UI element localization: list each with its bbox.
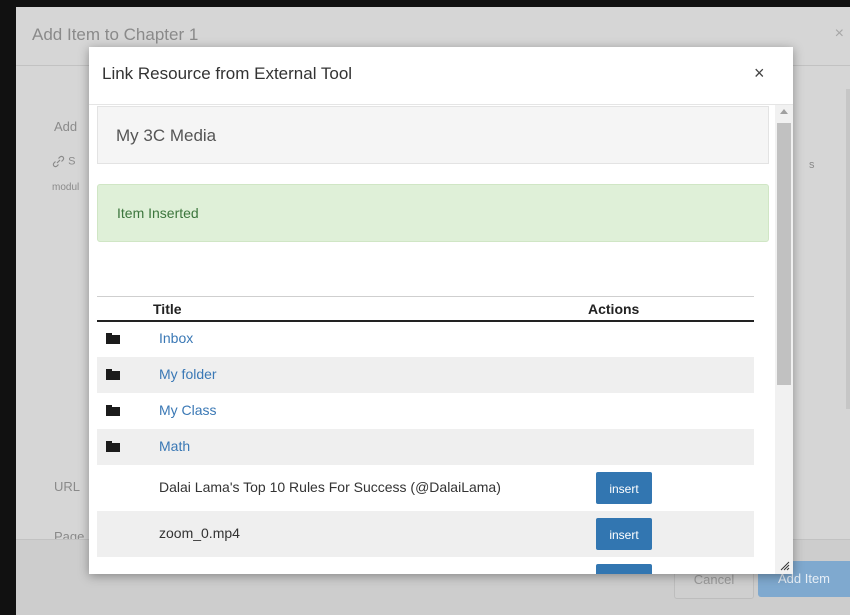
insert-button[interactable]: insert <box>596 472 652 504</box>
resize-grip-icon[interactable] <box>779 560 790 571</box>
link-option[interactable]: S <box>52 155 75 168</box>
tool-name: My 3C Media <box>116 126 217 145</box>
folder-link[interactable]: My folder <box>159 366 217 382</box>
module-text: modul <box>52 182 80 193</box>
add-item-dialog-title: Add Item to Chapter 1 <box>32 25 199 44</box>
link-icon <box>52 155 65 168</box>
item-title: zoom_0.mp4 <box>159 525 240 541</box>
close-icon[interactable]: × <box>754 63 765 84</box>
background-scrollbar <box>846 89 850 409</box>
link-option-label: S <box>68 155 76 168</box>
alert-text: Item Inserted <box>117 205 199 221</box>
item-title: Dalai Lama's Top 10 Rules For Success (@… <box>159 479 501 495</box>
table-row: zoom_0.mp4 insert <box>97 511 754 557</box>
screen-edge-top <box>0 0 850 7</box>
scroll-thumb[interactable] <box>777 123 791 385</box>
modal-body: My 3C Media Item Inserted Title Actions … <box>89 105 775 574</box>
insert-button[interactable]: insert <box>596 518 652 550</box>
modal-title: Link Resource from External Tool <box>102 64 353 83</box>
table-header: Title Actions <box>97 296 754 322</box>
folder-link[interactable]: My Class <box>159 402 217 418</box>
table-row: Inbox <box>97 321 754 357</box>
table-row <box>97 557 754 574</box>
table-row: My folder <box>97 357 754 393</box>
folder-icon <box>106 369 120 380</box>
column-header-title: Title <box>153 301 182 317</box>
url-label: URL <box>54 479 81 494</box>
add-item-dialog-close-icon[interactable]: × <box>835 25 844 43</box>
folder-link[interactable]: Math <box>159 438 190 454</box>
scroll-up-arrow-icon[interactable] <box>780 109 788 114</box>
column-header-actions: Actions <box>588 301 640 317</box>
success-alert: Item Inserted <box>97 184 769 242</box>
tool-header: My 3C Media <box>97 106 769 164</box>
right-text-fragment: s <box>809 159 815 171</box>
screen-edge-left <box>0 0 16 615</box>
add-label: Add <box>54 119 78 134</box>
folder-icon <box>106 333 120 344</box>
table-row: My Class <box>97 393 754 429</box>
folder-icon <box>106 405 120 416</box>
modal-scrollbar[interactable] <box>775 105 793 574</box>
external-tool-modal: Link Resource from External Tool × My 3C… <box>89 47 793 574</box>
modal-header: Link Resource from External Tool × <box>89 47 793 105</box>
table-row: Dalai Lama's Top 10 Rules For Success (@… <box>97 465 754 511</box>
table-row: Math <box>97 429 754 465</box>
insert-button-partial[interactable] <box>596 564 652 574</box>
folder-icon <box>106 441 120 452</box>
folder-link[interactable]: Inbox <box>159 330 193 346</box>
